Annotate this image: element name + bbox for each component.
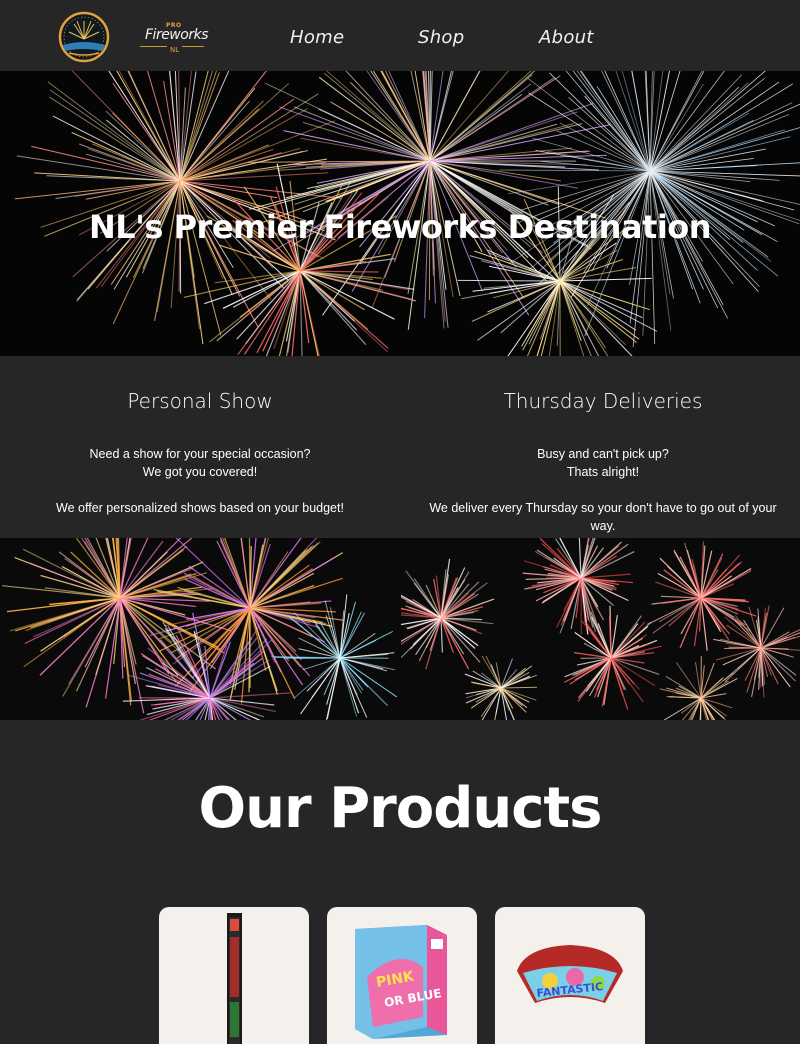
personal-show-image [0,538,401,720]
nav-shop-link[interactable]: Shop [418,27,464,48]
logo-sub-text: NL [167,46,183,54]
logo-wordmark[interactable]: PRO Fireworks NL [138,22,208,54]
cake-box-image: PINK OR BLUE [355,925,447,1039]
deliveries-image [401,538,800,720]
feature-text-thursday-deliveries: Busy and can't pick up? Thats alright! W… [418,445,788,535]
feature-title-thursday-deliveries: Thursday Deliveries [503,389,703,413]
hero-title: NL's Premier Fireworks Destination [88,208,712,246]
features-section: Personal Show Need a show for your speci… [0,356,800,538]
products-title: Our Products [198,776,603,841]
feature-line: We deliver every Thursday so your don't … [429,501,777,533]
fan-cake-image: FANTASTIC [517,945,623,1003]
feature-title-personal-show: Personal Show [127,389,273,413]
nav-home-link[interactable]: Home [290,27,344,48]
nav-about-link[interactable]: About [539,27,594,48]
feature-line: We got you covered! [142,465,258,479]
feature-line: Thats alright! [566,465,640,479]
product-card-fan-cake[interactable]: FANTASTIC [495,907,645,1044]
feature-line: Busy and can't pick up? [537,447,669,461]
product-card-roman-candle[interactable] [159,907,309,1044]
hero-banner: NL's Premier Fireworks Destination [0,71,800,356]
logo-badge-icon[interactable] [57,11,111,63]
site-header: PRO Fireworks NL Home Shop About [0,0,800,71]
roman-candle-image [227,913,242,1044]
logo-main-text: Fireworks [145,27,208,43]
feature-line: Need a show for your special occasion? [89,447,311,461]
feature-line: We offer personalized shows based on you… [56,501,344,515]
feature-text-personal-show: Need a show for your special occasion? W… [40,445,360,517]
product-card-cake-box[interactable]: PINK OR BLUE [327,907,477,1044]
